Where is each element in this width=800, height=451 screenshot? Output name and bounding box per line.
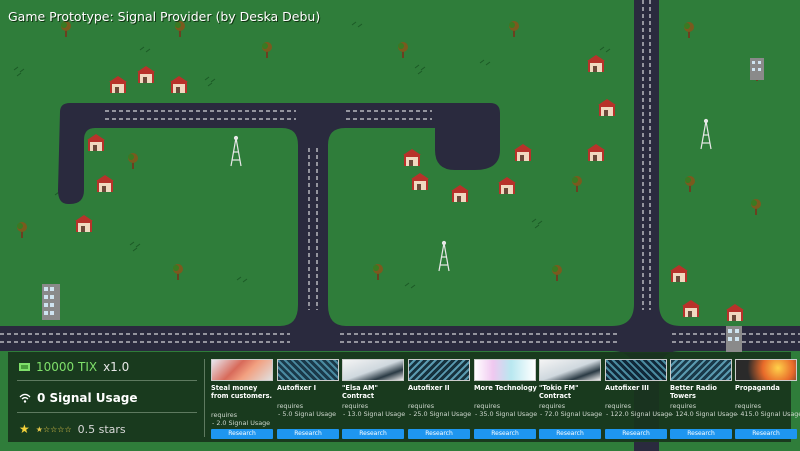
research-button[interactable]: Research [342,429,404,439]
money-multiplier: x1.0 [103,360,130,374]
stats-divider [17,412,197,413]
research-thumbnail [539,359,601,381]
research-requires: requires [211,411,238,419]
research-thumbnail [605,359,667,381]
research-name: Better Radio Towers [670,384,717,400]
research-cost: - 5.0 Signal Usage [278,410,337,418]
research-cost: - 2.0 Signal Usage [212,419,271,427]
research-name: Autofixer I [277,384,317,392]
research-card: Propaganda requires - 415.0 Signal Usage… [735,359,800,439]
research-card: Autofixer II requires - 25.0 Signal Usag… [408,359,472,439]
money-icon [19,363,30,371]
panel-divider [204,359,205,437]
research-card: More Technology requires - 35.0 Signal U… [474,359,538,439]
research-requires: requires [670,402,697,410]
research-button[interactable]: Research [670,429,732,439]
research-cost: - 72.0 Signal Usage [540,410,603,418]
research-requires: requires [539,402,566,410]
research-requires: requires [605,402,632,410]
research-card: Autofixer III requires - 122.0 Signal Us… [605,359,672,439]
signal-row: 0 Signal Usage [19,391,138,405]
star-rating-icon: ★☆☆☆☆ [35,424,72,434]
research-requires: requires [277,402,304,410]
research-cost: - 13.0 Signal Usage [343,410,406,418]
research-cost: - 415.0 Signal Usage [736,410,800,418]
research-requires: requires [474,402,501,410]
money-row: 10000 TIX x1.0 [19,360,129,374]
research-card: Steal money from customers. requires - 2… [211,359,273,439]
research-name: "Tokio FM" Contract [539,384,579,400]
research-button[interactable]: Research [474,429,536,439]
research-button[interactable]: Research [735,429,797,439]
research-thumbnail [735,359,797,381]
research-thumbnail [408,359,470,381]
star-icon: ★ [19,422,30,436]
research-card: "Elsa AM" Contract requires - 13.0 Signa… [342,359,406,439]
research-name: Steal money from customers. [211,384,273,400]
research-cost: - 25.0 Signal Usage [409,410,472,418]
signal-usage-value: 0 Signal Usage [37,391,138,405]
research-button[interactable]: Research [605,429,667,439]
hud-panel: 10000 TIX x1.0 0 Signal Usage ★ ★☆☆☆☆ 0.… [8,352,800,443]
research-name: "Elsa AM" Contract [342,384,378,400]
research-thumbnail [277,359,339,381]
research-requires: requires [735,402,762,410]
stats-panel: 10000 TIX x1.0 0 Signal Usage ★ ★☆☆☆☆ 0.… [9,353,204,443]
research-card: "Tokio FM" Contract requires - 72.0 Sign… [539,359,603,439]
research-thumbnail [342,359,404,381]
research-name: More Technology [474,384,537,392]
research-list: Steal money from customers. requires - 2… [211,359,800,439]
research-button[interactable]: Research [211,429,273,439]
research-name: Autofixer II [408,384,450,392]
stars-value: 0.5 stars [77,422,126,436]
research-button[interactable]: Research [539,429,601,439]
research-name: Propaganda [735,384,780,392]
stars-row: ★ ★☆☆☆☆ 0.5 stars [19,422,126,436]
research-cost: - 124.0 Signal Usage [671,410,738,418]
research-name: Autofixer III [605,384,649,392]
stats-divider [17,380,197,381]
game-title: Game Prototype: Signal Provider (by Desk… [8,9,321,24]
wifi-icon [19,393,31,403]
research-requires: requires [408,402,435,410]
research-requires: requires [342,402,369,410]
research-cost: - 122.0 Signal Usage [606,410,673,418]
research-button[interactable]: Research [277,429,339,439]
research-thumbnail [474,359,536,381]
research-card: Better Radio Towers requires - 124.0 Sig… [670,359,737,439]
research-button[interactable]: Research [408,429,470,439]
research-card: Autofixer I requires - 5.0 Signal Usage … [277,359,339,439]
research-cost: - 35.0 Signal Usage [475,410,538,418]
research-thumbnail [670,359,732,381]
money-value: 10000 TIX [36,360,98,374]
research-thumbnail [211,359,273,381]
